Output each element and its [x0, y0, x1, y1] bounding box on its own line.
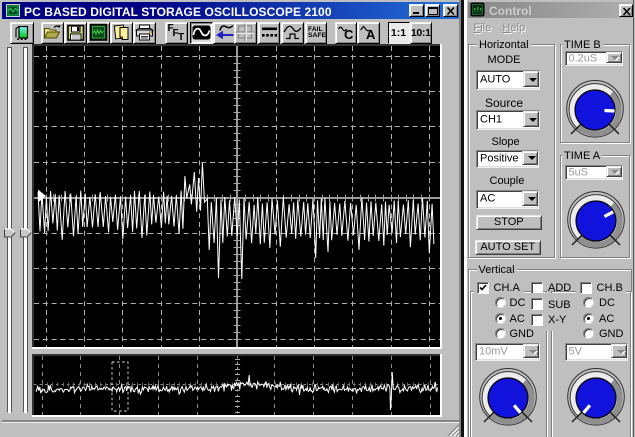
- svg-text:A: A: [366, 27, 376, 42]
- svg-text:C: C: [344, 27, 354, 42]
